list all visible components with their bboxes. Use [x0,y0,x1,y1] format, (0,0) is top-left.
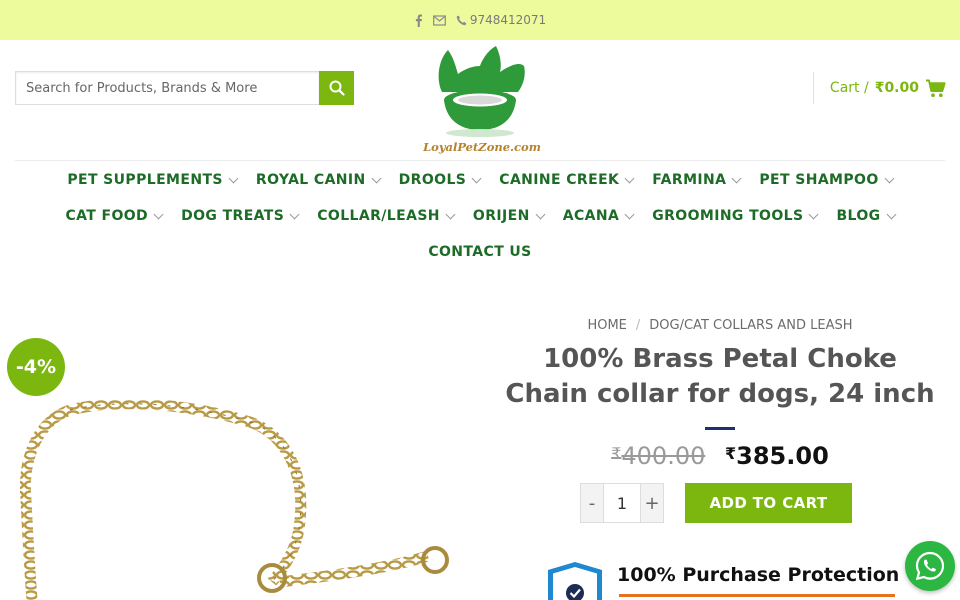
search-icon [329,80,345,96]
chevron-down-icon [289,209,300,219]
nav-row-2: CAT FOOD DOG TREATS COLLAR/LEASH ORIJEN … [0,198,960,234]
chevron-down-icon [884,173,895,183]
cart-amount: ₹0.00 [874,80,919,96]
nav-item-canine-creek[interactable]: CANINE CREEK [499,172,635,188]
nav-item-pet-shampoo[interactable]: PET SHAMPOO [759,172,895,188]
nav-item-dog-treats[interactable]: DOG TREATS [181,208,300,224]
chevron-down-icon [228,173,239,183]
phone-number: 9748412071 [469,13,547,27]
chevron-down-icon [886,209,897,219]
nav-item-drools[interactable]: DROOLS [399,172,482,188]
nav-item-cat-food[interactable]: CAT FOOD [65,208,164,224]
quantity-input[interactable] [603,484,641,522]
nav-item-acana[interactable]: ACANA [563,208,635,224]
search-input[interactable] [15,71,319,105]
purchase-protection-banner: 100% Purchase Protection [545,560,905,600]
add-to-cart-button[interactable]: ADD TO CART [685,483,852,523]
quantity-decrease-button[interactable]: - [581,484,603,522]
chevron-down-icon [445,209,456,219]
nav-row-3: CONTACT US [0,234,960,270]
cart-label: Cart / [829,80,869,96]
nav-item-pet-supplements[interactable]: PET SUPPLEMENTS [67,172,239,188]
search-button[interactable] [319,71,354,105]
whatsapp-icon [915,551,945,581]
product-title-line-1: 100% Brass Petal Choke [543,344,897,374]
sale-price: ₹385.00 [725,442,829,470]
breadcrumb-category[interactable]: DOG/CAT COLLARS AND LEASH [649,318,852,333]
chevron-down-icon [371,173,382,183]
pet-bowl-logo-icon [438,46,525,137]
protection-underline [619,594,895,597]
whatsapp-button[interactable] [905,541,955,591]
mail-icon[interactable] [432,14,446,26]
nav-item-farmina[interactable]: FARMINA [652,172,742,188]
nav-item-blog[interactable]: BLOG [836,208,897,224]
chevron-down-icon [809,209,819,219]
facebook-icon[interactable] [414,14,423,27]
cart-link[interactable]: Cart / ₹0.00 [812,72,946,104]
title-divider [705,427,735,430]
breadcrumb-separator: / [635,318,641,333]
nav-item-orijen[interactable]: ORIJEN [473,208,546,224]
discount-badge: -4% [7,338,65,396]
price-block: ₹400.00 ₹385.00 [480,442,960,470]
main-nav: PET SUPPLEMENTS ROYAL CANIN DROOLS CANIN… [0,162,960,270]
search-bar [15,71,354,105]
nav-item-royal-canin[interactable]: ROYAL CANIN [256,172,382,188]
quantity-stepper: - + [580,483,664,523]
logo-text: LoyalPetZone.com [423,140,541,154]
purchase-protection-text: 100% Purchase Protection [617,564,900,586]
add-to-cart-form: - + ADD TO CART [580,483,852,523]
nav-row-1: PET SUPPLEMENTS ROYAL CANIN DROOLS CANIN… [0,162,960,198]
chevron-down-icon [153,209,164,219]
product-image[interactable] [10,400,460,600]
product-title-line-2: Chain collar for dogs, 24 inch [505,379,935,409]
nav-item-grooming-tools[interactable]: GROOMING TOOLS [652,208,819,224]
chevron-down-icon [624,209,635,219]
shield-icon [548,562,602,600]
nav-item-collar-leash[interactable]: COLLAR/LEASH [317,208,456,224]
header-divider [15,160,945,161]
quantity-increase-button[interactable]: + [641,484,663,522]
phone-link[interactable]: 9748412071 [456,13,546,27]
nav-item-contact-us[interactable]: CONTACT US [428,244,531,260]
top-bar: 9748412071 [0,0,960,40]
product-title: 100% Brass Petal Choke Chain collar for … [480,342,960,412]
breadcrumb-home[interactable]: HOME [587,318,626,333]
cart-icon [926,79,946,97]
chevron-down-icon [471,173,482,183]
original-price: ₹400.00 [611,442,706,470]
chevron-down-icon [535,209,546,219]
phone-icon [456,15,467,26]
site-logo[interactable]: LoyalPetZone.com [420,42,544,158]
breadcrumb: HOME / DOG/CAT COLLARS AND LEASH [480,318,960,333]
chevron-down-icon [731,173,742,183]
chevron-down-icon [624,173,635,183]
